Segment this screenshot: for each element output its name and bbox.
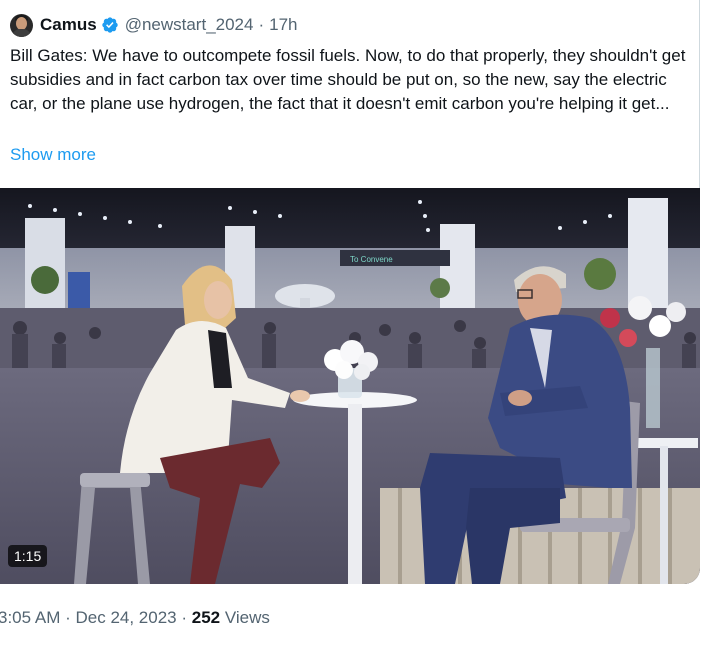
video-thumbnail: To Convene	[0, 188, 700, 584]
video-player[interactable]: To Convene	[0, 188, 700, 584]
venue-sign-text: To Convene	[350, 255, 393, 264]
verified-badge-icon	[102, 17, 118, 33]
author-name[interactable]: Camus	[40, 15, 97, 35]
tweet-date[interactable]: Dec 24, 2023	[76, 608, 177, 627]
tweet-text: Bill Gates: We have to outcompete fossil…	[10, 46, 686, 113]
tweet-meta: 3:05 AM · Dec 24, 2023 · 252 Views	[0, 608, 270, 628]
views-label: Views	[224, 608, 270, 627]
views-count: 252	[191, 608, 221, 627]
separator-dot: ·	[65, 608, 76, 627]
tweet-header: Camus @newstart_2024 · 17h	[10, 12, 298, 38]
show-more-link[interactable]: Show more	[10, 145, 96, 165]
author-avatar[interactable]	[10, 13, 33, 37]
separator-dot: ·	[258, 15, 265, 34]
tweet-time[interactable]: 3:05 AM	[0, 608, 60, 627]
tweet-age[interactable]: 17h	[269, 15, 297, 35]
video-duration: 1:15	[8, 545, 48, 567]
separator-dot: ·	[181, 608, 192, 627]
author-handle[interactable]: @newstart_2024	[125, 15, 254, 35]
